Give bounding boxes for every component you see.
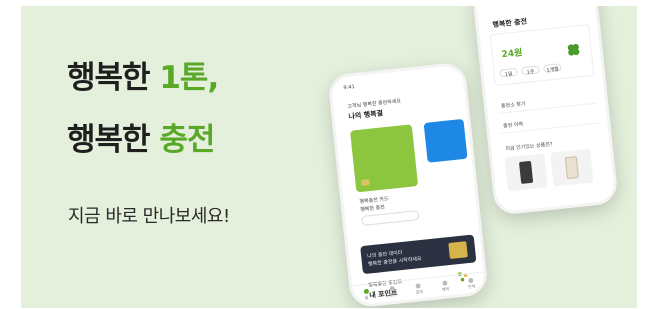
tab-menu[interactable]: 전체 [462,277,481,291]
charge-card-green[interactable] [350,124,419,193]
card-sub: 행복한 충전 [360,204,386,214]
headline-line-1: 행복한 1톤, [67,60,219,96]
phone-mockup-front: 9:41 고객님 행복한 충전하세요 나의 행복결 행복충전 카드 행복한 충전… [327,61,489,308]
products-title: 지금 인기있는 상품은? [505,141,553,153]
headline-accent-2: 충전 [159,122,215,158]
tab-home[interactable]: 홈 [357,288,376,302]
headline: 행복한 1톤, 행복한 충전 [67,58,219,182]
gift-box-icon [448,241,468,260]
card-action-button[interactable] [360,210,420,227]
product-card[interactable] [550,148,594,187]
product-image [518,160,534,184]
product-image [564,156,579,180]
charge-icon [389,285,396,291]
phone-mockup-back: 행복한 충전 24원 1일 1주 1개월 충전소 찾기 충전 이력 지금 인기있… [471,6,619,216]
greeting-text: 고객님 행복한 충전하세요 [347,98,402,110]
headline-accent-1: 1톤, [159,60,219,96]
tab-pay[interactable]: 결제 [409,282,428,296]
status-time: 9:41 [343,84,356,92]
tab-benefit[interactable]: 혜택 [436,279,455,293]
promo-card[interactable]: 나의 충전 데이터 행복한 충전을 시작하세요 [360,234,477,275]
back-phone-title: 행복한 충전 [492,17,528,30]
pay-icon [415,282,422,289]
home-icon [363,288,369,294]
card-chip [361,179,370,186]
clover-icon [567,43,580,56]
charge-card-blue[interactable] [423,118,468,163]
wallet-title: 나의 행복결 [348,109,384,121]
product-card[interactable] [504,153,548,192]
promo-banner: 행복한 1톤, 행복한 충전 지금 바로 만나보세요! 행복한 충전 24원 1… [21,6,637,308]
bottom-tab-bar: 홈 충전 결제 혜택 전체 [352,271,486,306]
period-pill-2[interactable]: 1개월 [542,63,562,74]
benefit-icon [442,279,448,286]
headline-line-2: 행복한 충전 [67,122,215,158]
tab-charge[interactable]: 충전 [383,285,402,299]
subline: 지금 바로 만나보세요! [68,206,230,227]
back-phone-value: 24원 [501,48,523,61]
menu-icon [468,277,474,283]
